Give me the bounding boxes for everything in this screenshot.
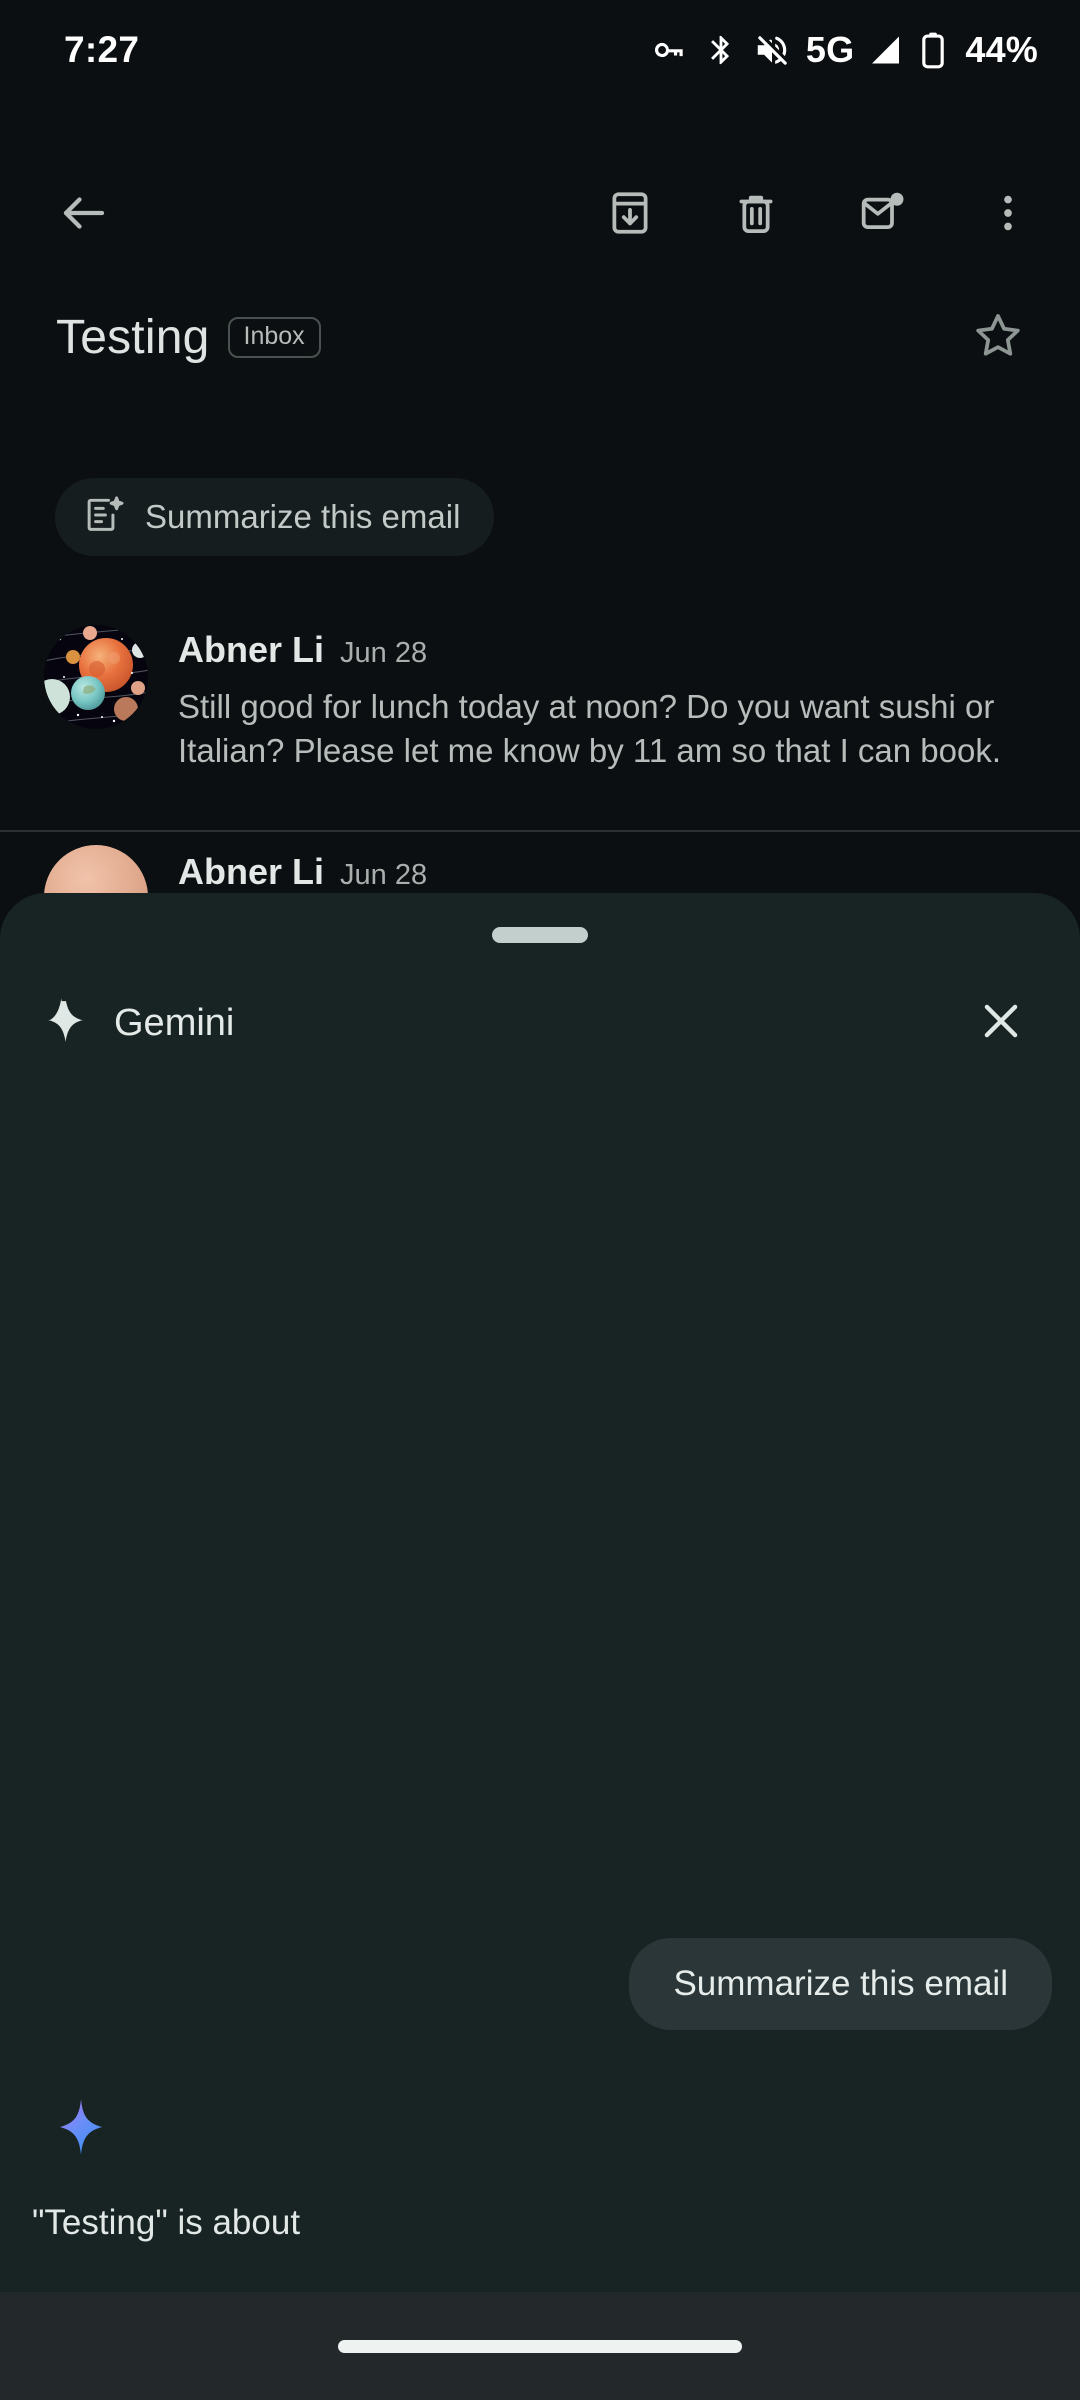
list-item: • Abner Li asks for lunch at noon and pr… <box>32 2271 1030 2293</box>
back-button[interactable] <box>42 173 126 257</box>
star-button[interactable] <box>956 296 1040 380</box>
email-message[interactable]: Abner Li Jun 28 Still good for lunch tod… <box>0 625 1080 773</box>
message-sender: Abner Li <box>178 629 325 670</box>
network-5g-label: 5G <box>805 29 855 70</box>
gemini-response: "Testing" is about • Abner Li asks for l… <box>0 2203 1080 2293</box>
sheet-header: Gemini <box>0 968 1080 1078</box>
message-header: Abner Li Jun 28 <box>178 629 1032 671</box>
gemini-brand: Gemini <box>40 995 234 1052</box>
gemini-bottom-sheet: Gemini Summarize this email "Testing" is… <box>0 893 1080 2293</box>
mark-unread-button[interactable] <box>840 173 924 257</box>
message-divider <box>0 830 1080 832</box>
summarize-sparkle-icon <box>83 494 125 541</box>
system-navigation-bar <box>0 2292 1080 2400</box>
gesture-home-pill[interactable] <box>338 2339 742 2353</box>
status-time: 7:27 <box>64 29 140 70</box>
status-bar: 7:27 5G 44% <box>0 0 1080 100</box>
delete-button[interactable] <box>714 173 798 257</box>
archive-icon <box>605 188 655 243</box>
response-lead-text: "Testing" is about <box>32 2203 301 2242</box>
envelope-unread-icon <box>857 188 907 243</box>
response-bullet-list: • Abner Li asks for lunch at noon and pr… <box>32 2271 1030 2293</box>
vpn-key-icon <box>651 31 689 69</box>
ringer-muted-icon <box>753 31 791 69</box>
message-date: Jun 28 <box>340 859 428 891</box>
message-sender: Abner Li <box>178 851 325 892</box>
toolbar-action-group <box>588 173 1050 257</box>
star-outline-icon <box>970 308 1026 369</box>
app-toolbar <box>0 160 1080 270</box>
message-body: Abner Li Jun 28 Still good for lunch tod… <box>178 625 1032 773</box>
more-options-button[interactable] <box>966 173 1050 257</box>
avatar[interactable] <box>44 625 148 729</box>
signal-bars-icon <box>869 32 905 68</box>
status-icon-group: 5G 44% <box>651 29 1038 71</box>
user-message-row: Summarize this email <box>629 1938 1052 2030</box>
close-icon <box>975 995 1027 1052</box>
message-snippet: Still good for lunch today at noon? Do y… <box>178 688 1002 769</box>
overflow-menu-icon <box>985 190 1031 241</box>
message-date: Jun 28 <box>340 637 428 669</box>
trash-icon <box>731 188 781 243</box>
summarize-chip-label: Summarize this email <box>145 498 461 535</box>
summarize-email-chip[interactable]: Summarize this email <box>55 478 495 556</box>
battery-icon <box>920 31 946 69</box>
gemini-sparkle-icon <box>40 995 92 1052</box>
back-arrow-icon <box>57 186 111 245</box>
phone-screen: 7:27 5G 44% Testing Inbox Summarize this… <box>0 0 1080 2400</box>
bluetooth-icon <box>704 31 738 69</box>
gemini-response-sparkle-icon <box>58 2098 104 2161</box>
archive-button[interactable] <box>588 173 672 257</box>
subject-row: Testing Inbox <box>0 310 1080 365</box>
label-chip-inbox[interactable]: Inbox <box>227 317 321 358</box>
gemini-brand-label: Gemini <box>114 1001 235 1044</box>
page-title: Testing <box>56 311 210 364</box>
user-message-bubble: Summarize this email <box>629 1938 1052 2030</box>
sheet-drag-handle[interactable] <box>492 927 588 943</box>
close-sheet-button[interactable] <box>958 980 1044 1066</box>
battery-percent-label: 44% <box>965 29 1038 70</box>
